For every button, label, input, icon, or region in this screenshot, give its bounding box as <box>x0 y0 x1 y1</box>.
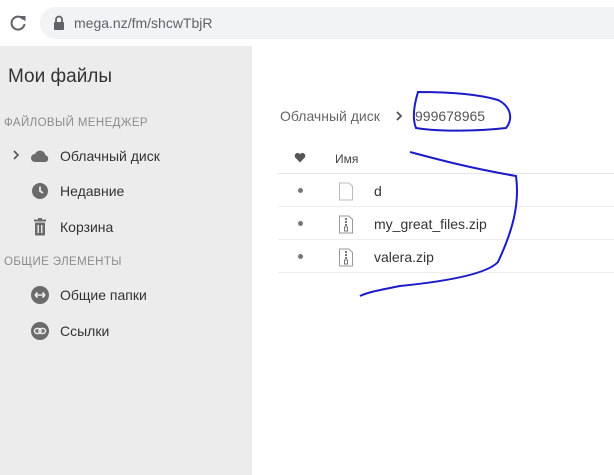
heart-icon[interactable] <box>294 152 306 163</box>
shared-folders-icon <box>31 286 49 304</box>
section-shared: ОБЩИЕ ЭЛЕМЕНТЫ <box>4 256 122 268</box>
cloud-icon <box>31 150 49 162</box>
file-name[interactable]: my_great_files.zip <box>374 216 487 232</box>
file-name[interactable]: d <box>374 183 382 199</box>
lock-icon[interactable] <box>52 15 66 31</box>
zip-icon <box>339 215 353 234</box>
table-row[interactable]: d <box>278 175 614 207</box>
sidebar-item-recent[interactable]: Недавние <box>0 176 252 206</box>
sidebar-item-label: Ссылки <box>60 323 110 339</box>
trash-icon <box>34 218 46 236</box>
file-browser: Облачный диск 999678965 Имя d my_great_f… <box>252 46 614 475</box>
sidebar-item-label: Общие папки <box>60 287 147 303</box>
section-file-manager: ФАЙЛОВЫЙ МЕНЕДЖЕР <box>4 117 149 129</box>
sidebar-title: Мои файлы <box>8 66 113 87</box>
breadcrumb-root[interactable]: Облачный диск <box>280 108 380 124</box>
favorite-dot[interactable] <box>298 221 303 226</box>
zip-icon <box>339 248 353 267</box>
address-url[interactable]: mega.nz/fm/shcwTbjR <box>74 15 212 31</box>
table-row[interactable]: my_great_files.zip <box>278 208 614 240</box>
favorite-dot[interactable] <box>298 254 303 259</box>
sidebar-item-cloud-drive[interactable]: Облачный диск <box>0 141 252 171</box>
sidebar: Мои файлы ФАЙЛОВЫЙ МЕНЕДЖЕР Облачный дис… <box>0 46 252 475</box>
sidebar-item-links[interactable]: Ссылки <box>0 316 252 346</box>
sidebar-item-label: Облачный диск <box>60 148 160 164</box>
table-header: Имя <box>278 144 614 174</box>
chevron-right-icon[interactable] <box>11 149 21 161</box>
sidebar-item-trash[interactable]: Корзина <box>0 212 252 242</box>
link-icon <box>31 322 49 340</box>
sidebar-item-shared-folders[interactable]: Общие папки <box>0 280 252 310</box>
favorite-dot[interactable] <box>298 188 303 193</box>
file-name[interactable]: valera.zip <box>374 249 434 265</box>
clock-icon <box>32 183 48 199</box>
sidebar-item-label: Корзина <box>60 219 114 235</box>
table-row[interactable]: valera.zip <box>278 241 614 273</box>
browser-toolbar: mega.nz/fm/shcwTbjR <box>0 0 614 46</box>
chevron-right-icon <box>396 111 403 121</box>
reload-icon[interactable] <box>9 14 27 32</box>
file-icon <box>339 182 353 201</box>
sidebar-item-label: Недавние <box>60 183 125 199</box>
breadcrumb-current[interactable]: 999678965 <box>415 108 485 124</box>
column-header-name[interactable]: Имя <box>335 152 358 166</box>
